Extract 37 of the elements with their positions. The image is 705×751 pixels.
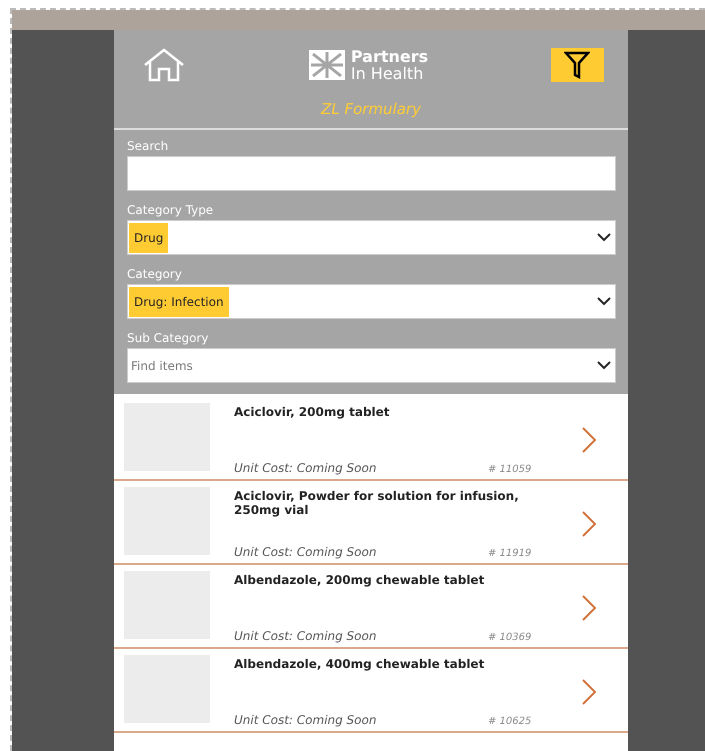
logo-icon [308,50,345,80]
field-label: Category Type [127,202,214,219]
dropdown-value: Drug [129,222,168,252]
chevron-down-icon [597,233,611,242]
dropdown-placeholder: Find items [130,358,194,372]
dropdown[interactable]: Find items [127,348,616,383]
item-number: # 11919 [488,548,532,559]
field-label: Category [127,266,183,283]
item-number: # 10369 [488,632,532,643]
logo-text: Partners [350,48,428,65]
filter-button[interactable] [550,48,604,82]
home-icon[interactable] [142,48,186,82]
field-label: Search [127,138,170,155]
funnel-icon [564,51,590,79]
field-label: Sub Category [127,330,210,347]
dropdown[interactable]: Drug: Infection [127,284,616,319]
item-name: Albendazole, 200mg chewable tablet [234,573,486,587]
item-name: Aciclovir, 200mg tablet [234,405,391,419]
dropdown-value: Drug: Infection [129,286,229,316]
dropdown[interactable]: Drug [127,220,616,255]
item-name: Aciclovir, Powder for solution for infusion, 250mg vial [234,489,520,517]
item-name: Albendazole, 400mg chewable tablet [234,657,486,671]
chevron-right-icon[interactable] [582,679,596,705]
chevron-down-icon [597,361,611,370]
chevron-right-icon[interactable] [582,427,596,453]
unit-cost: Unit Cost: Coming Soon [234,713,378,727]
chevron-right-icon[interactable] [582,595,596,621]
unit-cost: Unit Cost: Coming Soon [234,629,378,643]
chevron-down-icon [597,297,611,306]
chevron-right-icon[interactable] [582,511,596,537]
app-title: ZL Formulary [320,100,422,118]
item-number: # 11059 [488,464,532,475]
unit-cost: Unit Cost: Coming Soon [234,461,378,475]
unit-cost: Unit Cost: Coming Soon [234,545,378,559]
item-number: # 10625 [488,716,532,727]
search-field[interactable] [127,156,616,191]
logo-subtext: In Health [350,65,424,82]
